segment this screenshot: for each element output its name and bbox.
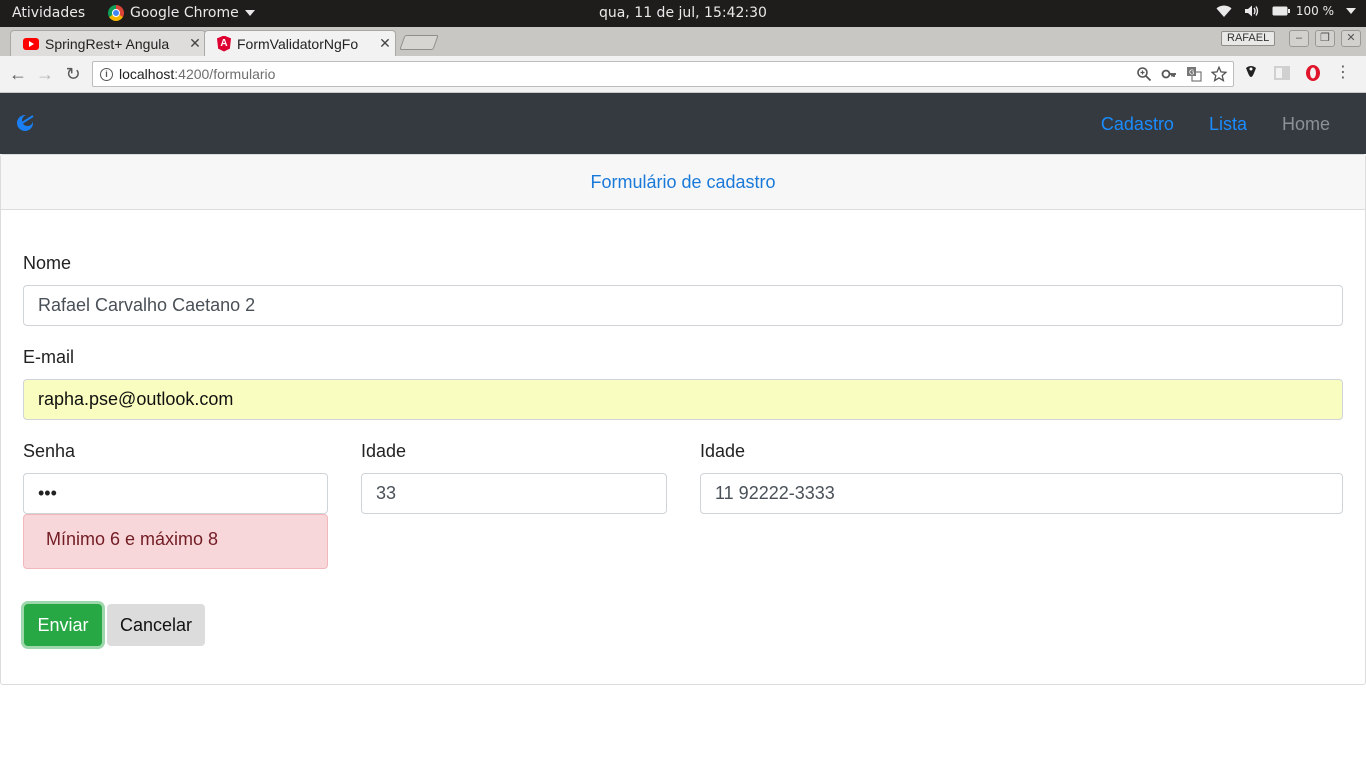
telefone-input[interactable]: 11 92222-3333 [700,473,1343,514]
system-status[interactable]: 100 % [1216,4,1356,18]
chevron-down-icon [1346,8,1356,14]
os-top-bar: Atividades Google Chrome qua, 11 de jul,… [0,0,1366,27]
battery-percent: 100 % [1295,4,1334,18]
close-icon[interactable]: ✕ [185,35,205,52]
telefone-label: Idade [700,441,746,461]
new-tab-button[interactable] [399,35,439,50]
form-card: Formulário de cadastro Nome Rafael Carva… [0,154,1366,685]
email-input[interactable]: rapha.pse@outlook.com [23,379,1343,420]
form-title: Formulário de cadastro [1,155,1365,210]
battery-icon [1272,6,1290,16]
youtube-icon [23,37,39,50]
tab-title: FormValidatorNgFo [237,35,359,52]
volume-icon [1244,5,1259,17]
address-bar[interactable]: i localhost:4200/formulario G [92,61,1234,87]
nav-link-lista[interactable]: Lista [1209,114,1247,135]
forward-arrow-icon[interactable]: → [35,65,55,85]
reload-icon[interactable]: ↻ [63,65,83,85]
nome-label: Nome [23,253,72,273]
clock[interactable]: qua, 11 de jul, 15:42:30 [0,5,1366,21]
close-window-icon[interactable]: ✕ [1341,30,1361,47]
idade-input[interactable]: 33 [361,473,667,514]
wifi-icon [1216,5,1232,17]
menu-kebab-icon[interactable]: ⋮ [1335,65,1351,81]
minimize-icon[interactable]: – [1289,30,1309,47]
tab-formvalidator[interactable]: A FormValidatorNgFo ✕ [204,30,396,56]
app-navbar: Cadastro Lista Home [0,93,1366,154]
senha-label: Senha [23,441,76,461]
tab-springrest[interactable]: SpringRest+ Angula ✕ [10,30,206,56]
close-icon[interactable]: ✕ [375,35,395,52]
email-label: E-mail [23,347,75,367]
reader-extension-icon[interactable] [1273,65,1291,81]
svg-text:G: G [1189,69,1194,77]
star-icon[interactable] [1211,66,1227,82]
nav-link-home[interactable]: Home [1282,114,1330,135]
restore-icon[interactable]: ❐ [1315,30,1335,47]
nav-link-cadastro[interactable]: Cadastro [1101,114,1174,135]
angular-icon: A [217,35,231,52]
back-arrow-icon[interactable]: ← [8,65,28,85]
gnome-extension-icon[interactable] [1243,64,1259,82]
profile-button[interactable]: RAFAEL [1221,31,1276,46]
senha-error-alert: Mínimo 6 e máximo 8 [23,514,328,569]
opera-extension-icon[interactable] [1305,64,1321,82]
url-text[interactable]: localhost:4200/formulario [119,66,275,82]
submit-button[interactable]: Enviar [24,604,102,646]
brand-logo-icon[interactable] [16,114,36,132]
translate-icon[interactable]: G [1186,66,1202,82]
key-icon[interactable] [1161,66,1177,82]
info-icon[interactable]: i [100,68,113,81]
zoom-icon[interactable] [1136,66,1152,82]
cancel-button[interactable]: Cancelar [107,604,205,646]
browser-toolbar: ← → ↻ i localhost:4200/formulario G [0,56,1366,93]
extensions-area: ⋮ [1243,64,1351,82]
tab-strip: SpringRest+ Angula ✕ A FormValidatorNgFo… [0,27,1366,56]
nome-input[interactable]: Rafael Carvalho Caetano 2 [23,285,1343,326]
tab-title: SpringRest+ Angula [45,35,170,52]
idade-label: Idade [361,441,407,461]
senha-input[interactable]: ••• [23,473,328,514]
